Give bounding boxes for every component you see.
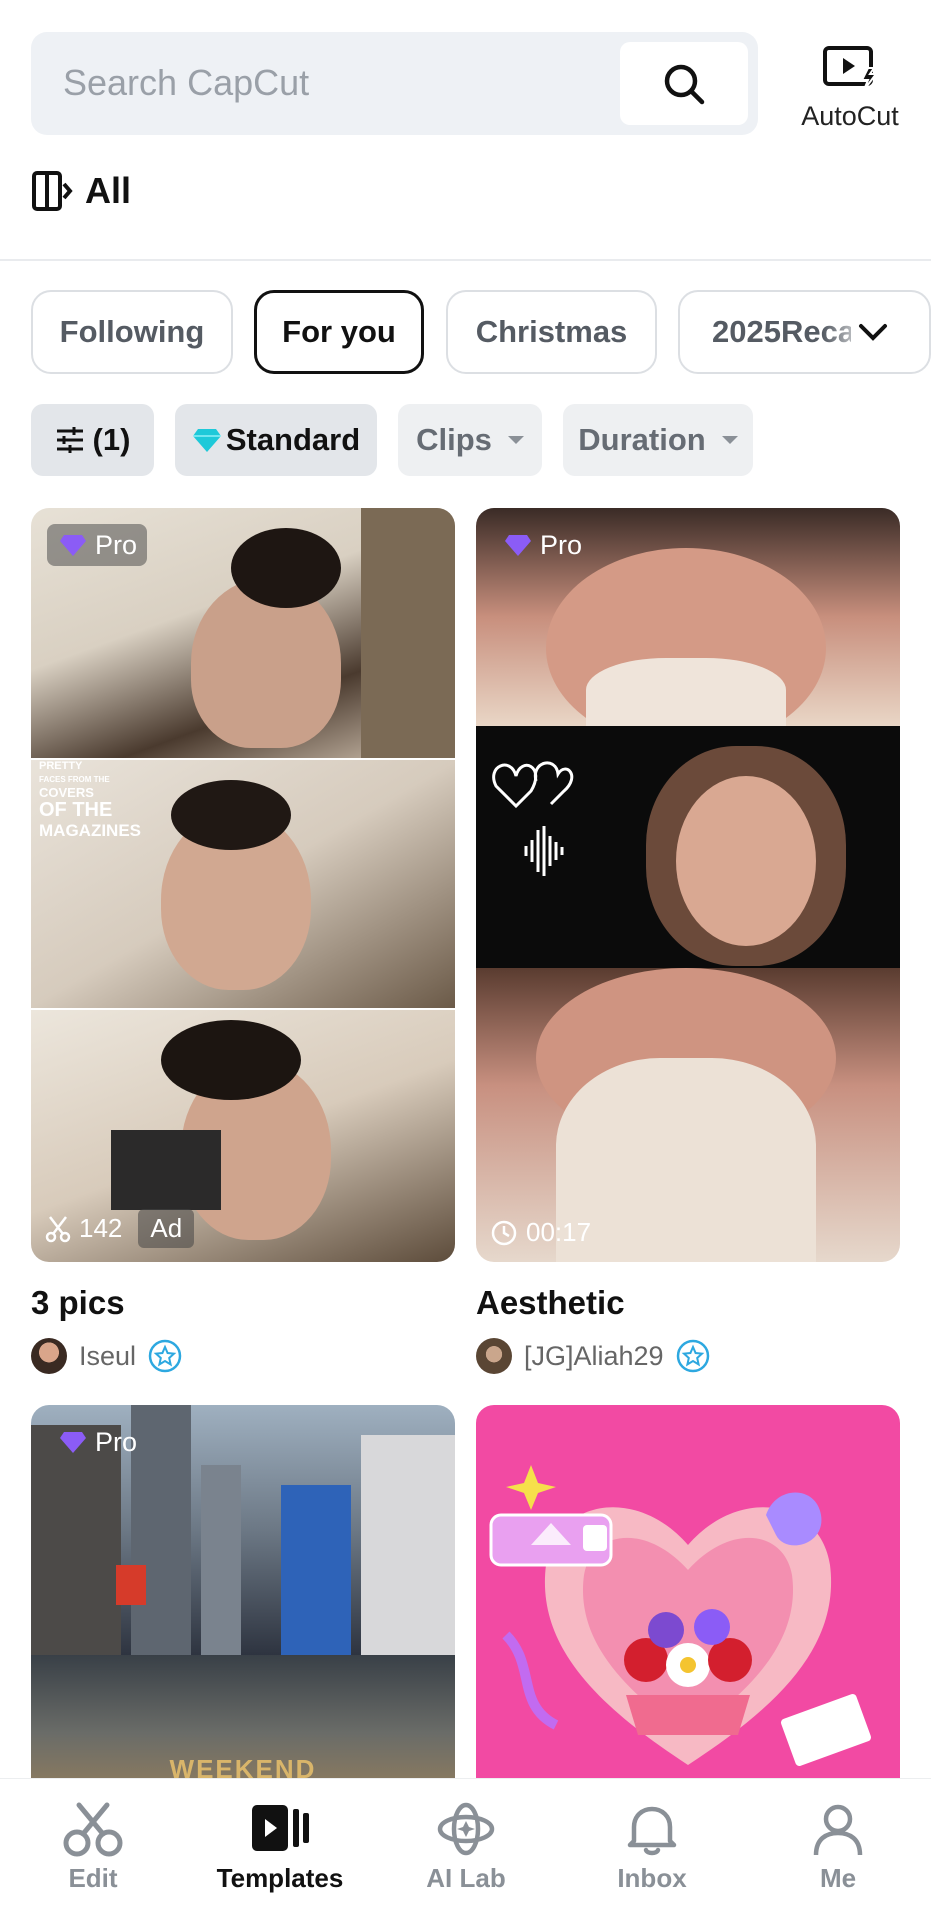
avatar bbox=[476, 1338, 512, 1374]
template-card-heart[interactable] bbox=[476, 1405, 900, 1785]
nav-ai-lab[interactable]: AI Lab bbox=[386, 1801, 546, 1894]
nav-edit-label: Edit bbox=[68, 1863, 118, 1893]
nav-me-label: Me bbox=[819, 1863, 857, 1893]
verified-star-icon bbox=[676, 1339, 709, 1373]
categories-icon bbox=[32, 171, 73, 211]
clock-icon bbox=[491, 1220, 517, 1245]
ai-lab-icon bbox=[437, 1802, 495, 1856]
card-title: 3 pics bbox=[31, 1284, 125, 1321]
duration-label: 00:17 bbox=[526, 1217, 592, 1247]
search-icon bbox=[664, 64, 705, 104]
nav-edit[interactable]: Edit bbox=[13, 1801, 173, 1894]
search-input[interactable]: Search CapCut bbox=[63, 62, 309, 104]
search-button[interactable] bbox=[620, 42, 748, 125]
diamond-icon bbox=[505, 535, 531, 556]
pro-badge: Pro bbox=[47, 524, 148, 566]
nav-ai-lab-label: AI Lab bbox=[426, 1863, 506, 1893]
heart-hands-illustration bbox=[489, 1465, 872, 1767]
pro-badge: Pro bbox=[47, 1421, 147, 1463]
pro-badge: Pro bbox=[492, 524, 592, 566]
caret-down-icon bbox=[721, 436, 738, 444]
thumbnail-footer: 00:17 bbox=[490, 1217, 591, 1248]
category-tabs: Following For you Christmas 2025Reca bbox=[31, 290, 931, 374]
settings-filter-button[interactable]: (1) bbox=[31, 404, 154, 476]
template-thumbnail[interactable]: Pro 00:17 bbox=[476, 508, 900, 1262]
nav-me[interactable]: Me bbox=[758, 1801, 918, 1894]
photo-panel: PRETTY FACES FROM THE COVERS OF THE MAGA… bbox=[31, 760, 455, 1008]
tab-christmas[interactable]: Christmas bbox=[446, 290, 657, 374]
photo-panel: WEEKEND bbox=[31, 1655, 455, 1785]
author-row[interactable]: Iseul bbox=[31, 1338, 455, 1374]
photo-panel bbox=[476, 726, 900, 968]
template-card-city[interactable]: WEEKEND Pro bbox=[31, 1405, 455, 1785]
author-row[interactable]: [JG]Aliah29 bbox=[476, 1338, 900, 1374]
verified-star-icon bbox=[148, 1339, 182, 1373]
usage-count: 142 bbox=[79, 1213, 123, 1243]
diamond-icon bbox=[60, 1432, 86, 1453]
diamond-icon bbox=[60, 535, 86, 556]
clips-filter-dropdown[interactable]: Clips bbox=[398, 404, 542, 476]
diamond-icon bbox=[192, 429, 221, 452]
author-name: Iseul bbox=[79, 1340, 137, 1371]
all-label: All bbox=[85, 170, 132, 211]
settings-filter-count: (1) bbox=[92, 422, 131, 457]
caret-down-icon bbox=[507, 436, 524, 444]
autocut-label: AutoCut bbox=[801, 101, 899, 131]
chevron-down-icon bbox=[859, 324, 887, 341]
divider bbox=[0, 259, 931, 261]
author-name: [JG]Aliah29 bbox=[524, 1340, 664, 1371]
scissors-icon bbox=[45, 1215, 71, 1242]
templates-icon bbox=[252, 1805, 309, 1851]
autocut-icon bbox=[823, 46, 878, 91]
search-bar[interactable]: Search CapCut bbox=[31, 32, 758, 135]
tab-for-you[interactable]: For you bbox=[254, 290, 424, 374]
template-thumbnail[interactable]: PRETTY FACES FROM THE COVERS OF THE MAGA… bbox=[31, 508, 455, 1262]
nav-inbox[interactable]: Inbox bbox=[572, 1801, 732, 1894]
template-thumbnail[interactable] bbox=[476, 1405, 900, 1785]
sliders-icon bbox=[56, 427, 83, 453]
standard-filter-button[interactable]: Standard bbox=[175, 404, 377, 476]
autocut-button[interactable]: AutoCut bbox=[788, 44, 912, 132]
overlay-caption: PRETTY FACES FROM THE COVERS OF THE MAGA… bbox=[39, 760, 141, 840]
template-card-3-pics[interactable]: PRETTY FACES FROM THE COVERS OF THE MAGA… bbox=[31, 508, 455, 1374]
nav-inbox-label: Inbox bbox=[617, 1863, 687, 1893]
template-card-aesthetic[interactable]: Pro 00:17 Aesthetic [JG]Aliah29 bbox=[476, 508, 900, 1374]
scissors-icon bbox=[63, 1802, 123, 1857]
bottom-navigation: Edit Templates AI Lab Inbox Me bbox=[0, 1778, 931, 1920]
bell-icon bbox=[627, 1806, 677, 1856]
all-filter[interactable]: All bbox=[31, 170, 131, 212]
hearts-doodle-icon bbox=[492, 761, 574, 876]
duration-filter-label: Duration bbox=[578, 422, 706, 457]
clips-filter-label: Clips bbox=[416, 422, 492, 457]
thumbnail-footer: 142 Ad bbox=[45, 1209, 195, 1248]
nav-templates-label: Templates bbox=[216, 1863, 344, 1893]
template-thumbnail[interactable]: WEEKEND Pro bbox=[31, 1405, 455, 1785]
tab-following[interactable]: Following bbox=[31, 290, 233, 374]
nav-templates[interactable]: Templates bbox=[200, 1801, 360, 1894]
card-title: Aesthetic bbox=[476, 1284, 625, 1321]
person-icon bbox=[813, 1804, 863, 1856]
avatar bbox=[31, 1338, 67, 1374]
ad-tag: Ad bbox=[138, 1209, 195, 1248]
duration-filter-dropdown[interactable]: Duration bbox=[563, 404, 753, 476]
standard-filter-label: Standard bbox=[225, 422, 361, 457]
expand-categories-button[interactable] bbox=[851, 312, 895, 352]
